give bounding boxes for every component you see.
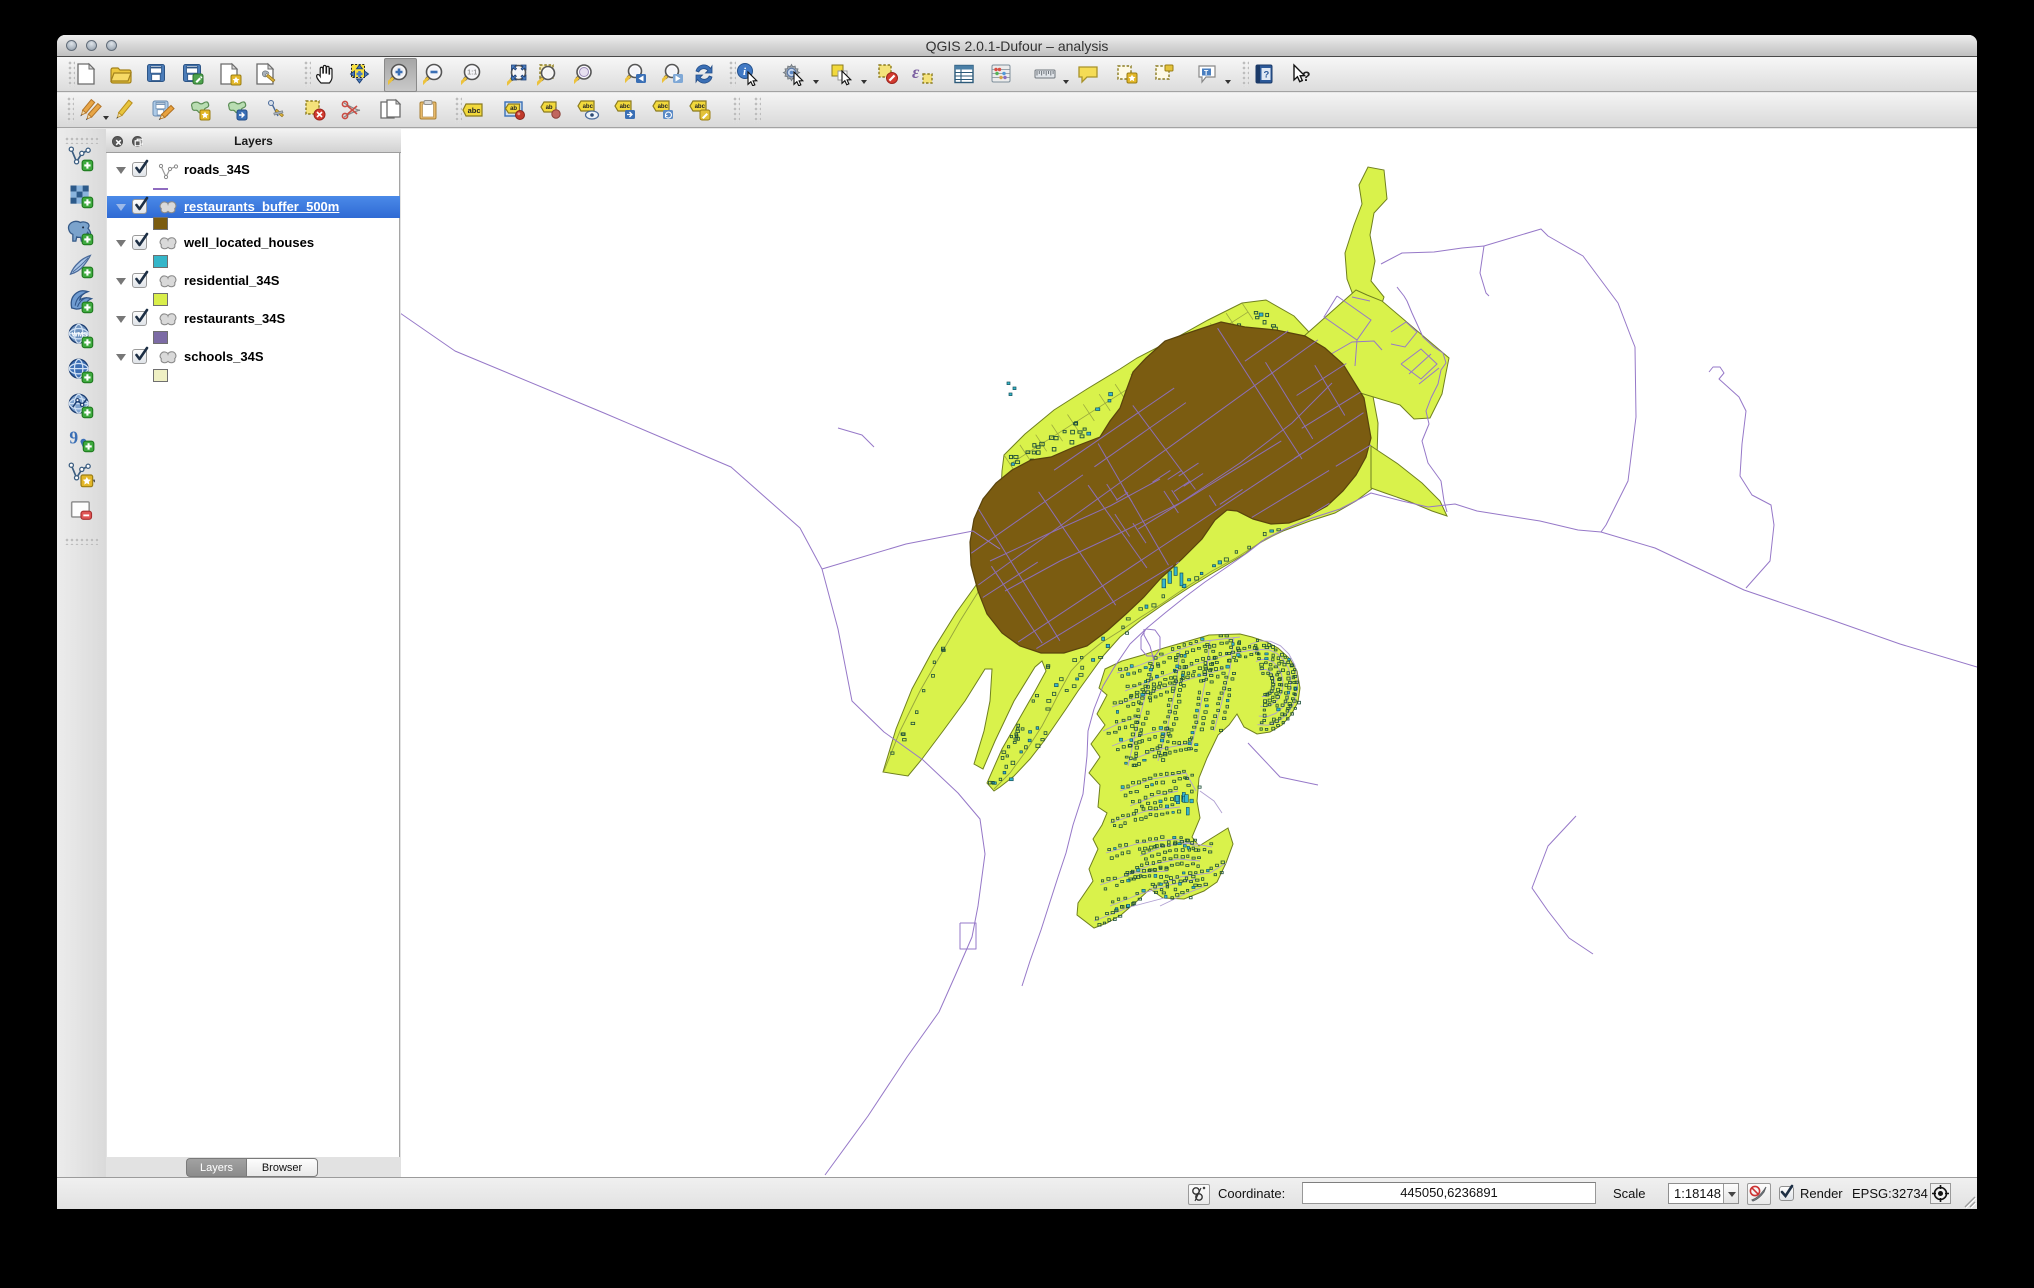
- svg-text:ε: ε: [912, 62, 920, 82]
- svg-text:ab: ab: [546, 105, 553, 111]
- svg-text:ab: ab: [510, 106, 517, 112]
- svg-text:?: ?: [1302, 68, 1311, 84]
- svg-text:T: T: [1204, 70, 1209, 77]
- svg-text:abc: abc: [620, 104, 631, 110]
- svg-text:1:1: 1:1: [467, 70, 477, 77]
- svg-text:abc: abc: [468, 106, 481, 115]
- svg-text:?: ?: [1264, 70, 1270, 81]
- svg-text:9: 9: [69, 428, 78, 448]
- svg-text:abc: abc: [658, 104, 669, 110]
- svg-text:abc: abc: [583, 104, 594, 110]
- svg-text:abc: abc: [695, 104, 706, 110]
